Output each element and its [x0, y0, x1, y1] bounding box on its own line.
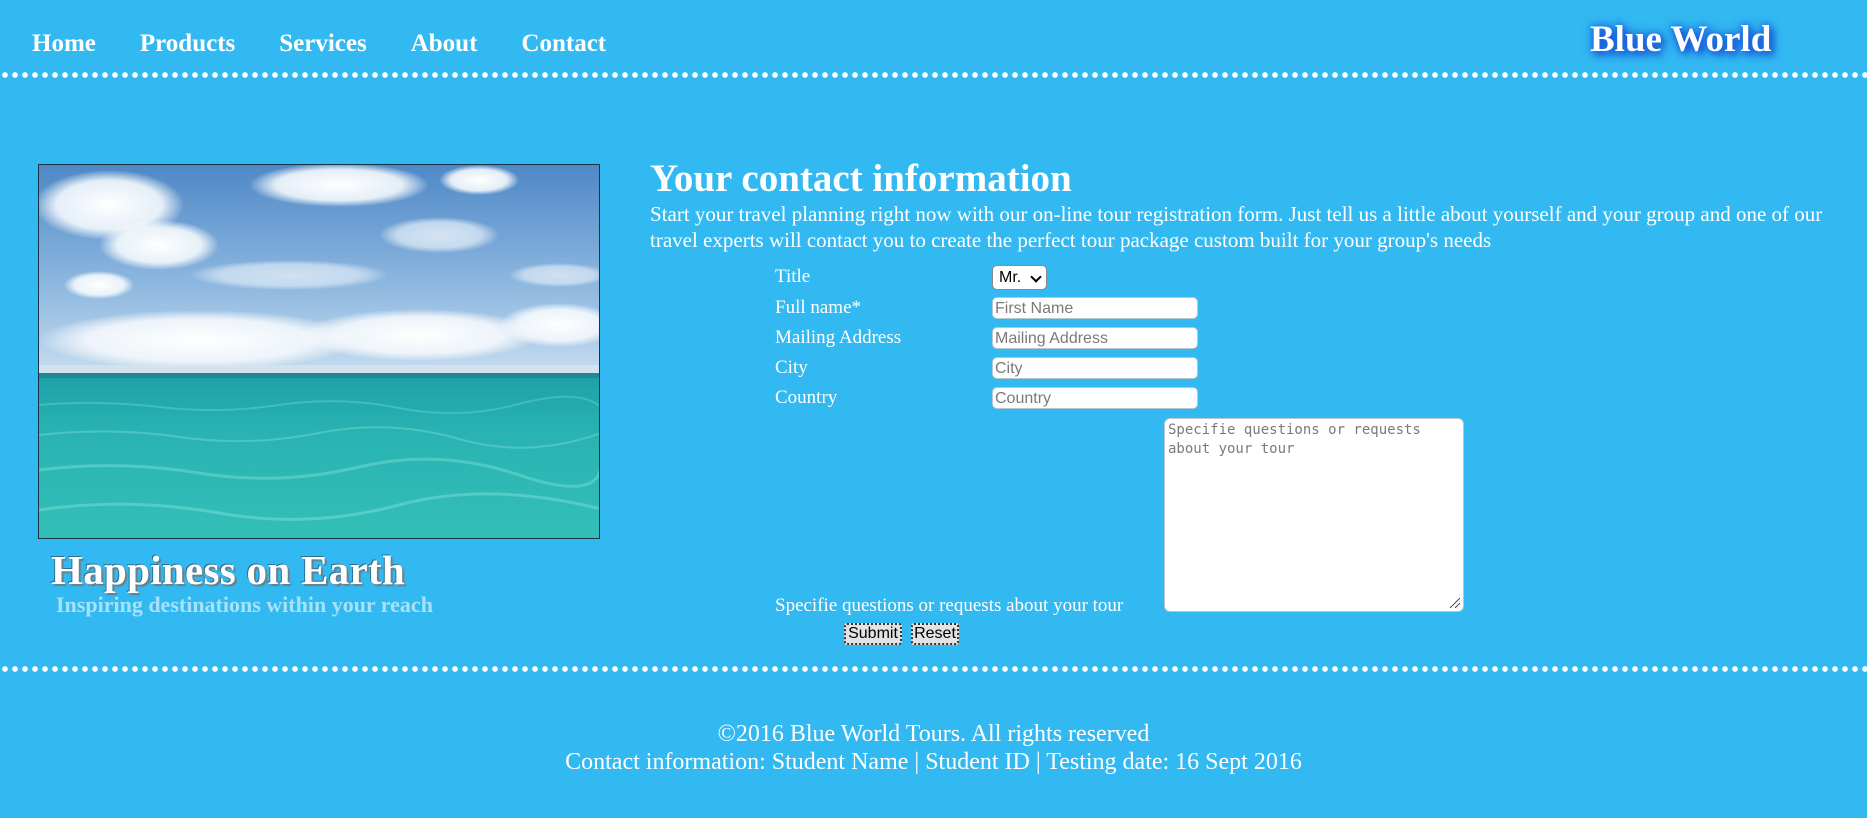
footer-divider	[0, 665, 1867, 673]
first-name-input[interactable]: First Name	[992, 297, 1198, 319]
resize-grip-icon[interactable]	[1450, 598, 1460, 608]
title-label: Title	[775, 266, 811, 287]
contact-info-text: Contact information: Student Name | Stud…	[565, 749, 1302, 775]
reset-button[interactable]: Reset	[911, 623, 959, 645]
questions-textarea[interactable]: Specifie questions or requests about you…	[1164, 418, 1464, 612]
main-nav: Home Products Services About Contact	[32, 30, 650, 58]
page-title: Your contact information	[650, 157, 1072, 200]
country-input[interactable]: Country	[992, 387, 1198, 409]
mailing-address-input[interactable]: Mailing Address	[992, 327, 1198, 349]
country-label: Country	[775, 387, 838, 408]
title-select[interactable]: Mr.	[992, 265, 1047, 290]
footer: ©2016 Blue World Tours. All rights reser…	[0, 720, 1867, 776]
submit-button[interactable]: Submit	[844, 623, 902, 645]
nav-home-link[interactable]: Home	[32, 30, 96, 58]
page: Home Products Services About Contact Blu…	[0, 0, 1867, 818]
hero-subtitle: Inspiring destinations within your reach	[56, 592, 433, 617]
address-label: Mailing Address	[775, 327, 902, 348]
questions-placeholder: Specifie questions or requests about you…	[1168, 422, 1421, 457]
chevron-down-icon	[1030, 271, 1042, 283]
fullname-label: Full name*	[775, 297, 862, 318]
header-divider	[0, 71, 1867, 79]
brand-logo: Blue World	[1590, 19, 1772, 60]
copyright-text: ©2016 Blue World Tours. All rights reser…	[717, 721, 1150, 747]
city-input[interactable]: City	[992, 357, 1198, 379]
hero-image	[38, 164, 600, 539]
nav-products-link[interactable]: Products	[140, 30, 235, 58]
questions-label: Specifie questions or requests about you…	[775, 595, 1124, 616]
nav-contact-link[interactable]: Contact	[521, 30, 606, 58]
nav-services-link[interactable]: Services	[279, 30, 366, 58]
title-select-value: Mr.	[999, 269, 1022, 286]
hero-title: Happiness on Earth	[51, 547, 405, 593]
intro-text: Start your travel planning right now wit…	[650, 202, 1823, 252]
nav-about-link[interactable]: About	[411, 30, 478, 58]
city-label: City	[775, 357, 808, 378]
